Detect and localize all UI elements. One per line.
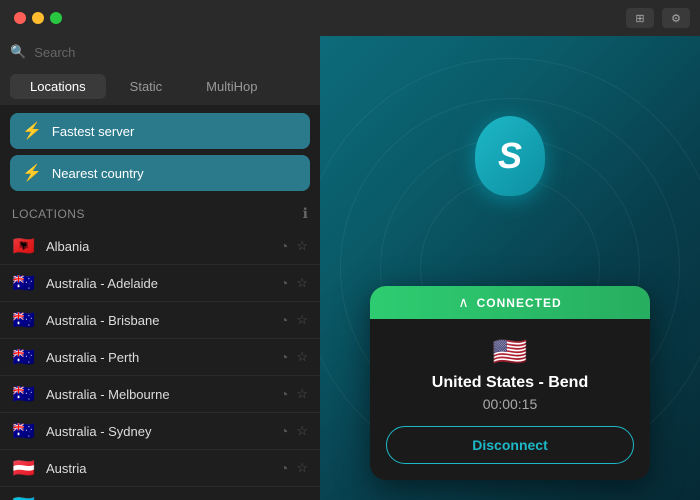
list-item[interactable]: 🇦🇺 Australia - Perth ◔ ☆ (0, 339, 320, 376)
location-list: 🇦🇱 Albania ◔ ☆ 🇦🇺 Australia - Adelaide ◔… (0, 228, 320, 500)
quick-options: ⚡ Fastest server ⚡ Nearest country (0, 105, 320, 199)
austria-flag: 🇦🇹 (12, 459, 36, 477)
connected-status-label: CONNECTED (477, 296, 562, 310)
fastest-server-label: Fastest server (52, 124, 134, 139)
location-name: Albania (46, 239, 270, 254)
location-name: Australia - Adelaide (46, 276, 270, 291)
location-actions: ◔ ☆ (280, 238, 308, 254)
server-name: United States - Bend (386, 374, 634, 392)
connected-panel: ∧ CONNECTED 🇺🇸 United States - Bend 00:0… (370, 286, 650, 480)
info-icon[interactable]: ℹ (303, 205, 308, 222)
australia-adelaide-flag: 🇦🇺 (12, 274, 36, 292)
signal-icon: ◔ (280, 460, 288, 476)
tab-locations[interactable]: Locations (10, 74, 106, 99)
signal-icon: ◔ (280, 275, 288, 291)
close-button[interactable] (14, 12, 26, 24)
location-name: Australia - Brisbane (46, 313, 270, 328)
grid-icon[interactable]: ⊞ (626, 8, 654, 28)
tab-multihop[interactable]: MultiHop (186, 74, 277, 99)
albania-flag: 🇦🇱 (12, 237, 36, 255)
signal-icon: ◔ (280, 312, 288, 328)
list-item[interactable]: 🇦🇺 Australia - Melbourne ◔ ☆ (0, 376, 320, 413)
star-icon[interactable]: ☆ (296, 423, 308, 439)
locations-label: Locations (12, 207, 85, 221)
signal-icon: ◔ (280, 349, 288, 365)
star-icon[interactable]: ☆ (296, 460, 308, 476)
location-actions: ◔ ☆ (280, 460, 308, 476)
window-controls[interactable] (14, 12, 62, 24)
titlebar-right: ⊞ ⚙ (626, 8, 690, 28)
connected-body: 🇺🇸 United States - Bend 00:00:15 Disconn… (370, 319, 650, 480)
australia-brisbane-flag: 🇦🇺 (12, 311, 36, 329)
maximize-button[interactable] (50, 12, 62, 24)
australia-perth-flag: 🇦🇺 (12, 348, 36, 366)
star-icon[interactable]: ☆ (296, 312, 308, 328)
azerbaijan-flag: 🇦🇿 (12, 496, 36, 500)
lightning-icon-2: ⚡ (22, 163, 42, 183)
star-icon[interactable]: ☆ (296, 275, 308, 291)
locations-header: Locations ℹ (0, 199, 320, 228)
location-actions: ◔ ☆ (280, 386, 308, 402)
main-container: 🔍 Locations Static MultiHop ⚡ Fastest se… (0, 36, 700, 500)
nearest-country-button[interactable]: ⚡ Nearest country (10, 155, 310, 191)
right-panel: S ∧ CONNECTED 🇺🇸 United States - Bend 00… (320, 36, 700, 500)
nearest-country-label: Nearest country (52, 166, 144, 181)
surfshark-logo: S (475, 116, 545, 196)
fastest-server-button[interactable]: ⚡ Fastest server (10, 113, 310, 149)
connected-header: ∧ CONNECTED (370, 286, 650, 319)
disconnect-button[interactable]: Disconnect (386, 426, 634, 464)
australia-sydney-flag: 🇦🇺 (12, 422, 36, 440)
tabs: Locations Static MultiHop (0, 68, 320, 105)
lightning-icon: ⚡ (22, 121, 42, 141)
list-item[interactable]: 🇦🇿 Azerbaijan ◔ ☆ (0, 487, 320, 500)
minimize-button[interactable] (32, 12, 44, 24)
search-input[interactable] (34, 45, 310, 60)
chevron-up-icon: ∧ (458, 294, 468, 311)
tab-static[interactable]: Static (110, 74, 183, 99)
list-item[interactable]: 🇦🇹 Austria ◔ ☆ (0, 450, 320, 487)
logo-letter: S (498, 135, 522, 177)
list-item[interactable]: 🇦🇱 Albania ◔ ☆ (0, 228, 320, 265)
connection-timer: 00:00:15 (386, 396, 634, 412)
logo-container: S (475, 116, 545, 196)
search-bar: 🔍 (0, 36, 320, 68)
settings-icon[interactable]: ⚙ (662, 8, 690, 28)
location-actions: ◔ ☆ (280, 349, 308, 365)
location-name: Australia - Melbourne (46, 387, 270, 402)
star-icon[interactable]: ☆ (296, 386, 308, 402)
list-item[interactable]: 🇦🇺 Australia - Adelaide ◔ ☆ (0, 265, 320, 302)
sidebar: 🔍 Locations Static MultiHop ⚡ Fastest se… (0, 36, 320, 500)
server-flag: 🇺🇸 (386, 335, 634, 368)
signal-icon: ◔ (280, 423, 288, 439)
titlebar: ⊞ ⚙ (0, 0, 700, 36)
star-icon[interactable]: ☆ (296, 238, 308, 254)
signal-icon: ◔ (280, 386, 288, 402)
location-name: Austria (46, 461, 270, 476)
location-actions: ◔ ☆ (280, 275, 308, 291)
location-name: Australia - Sydney (46, 424, 270, 439)
location-actions: ◔ ☆ (280, 312, 308, 328)
list-item[interactable]: 🇦🇺 Australia - Sydney ◔ ☆ (0, 413, 320, 450)
location-actions: ◔ ☆ (280, 423, 308, 439)
australia-melbourne-flag: 🇦🇺 (12, 385, 36, 403)
search-icon: 🔍 (10, 44, 26, 60)
location-name: Australia - Perth (46, 350, 270, 365)
signal-icon: ◔ (280, 238, 288, 254)
star-icon[interactable]: ☆ (296, 349, 308, 365)
list-item[interactable]: 🇦🇺 Australia - Brisbane ◔ ☆ (0, 302, 320, 339)
